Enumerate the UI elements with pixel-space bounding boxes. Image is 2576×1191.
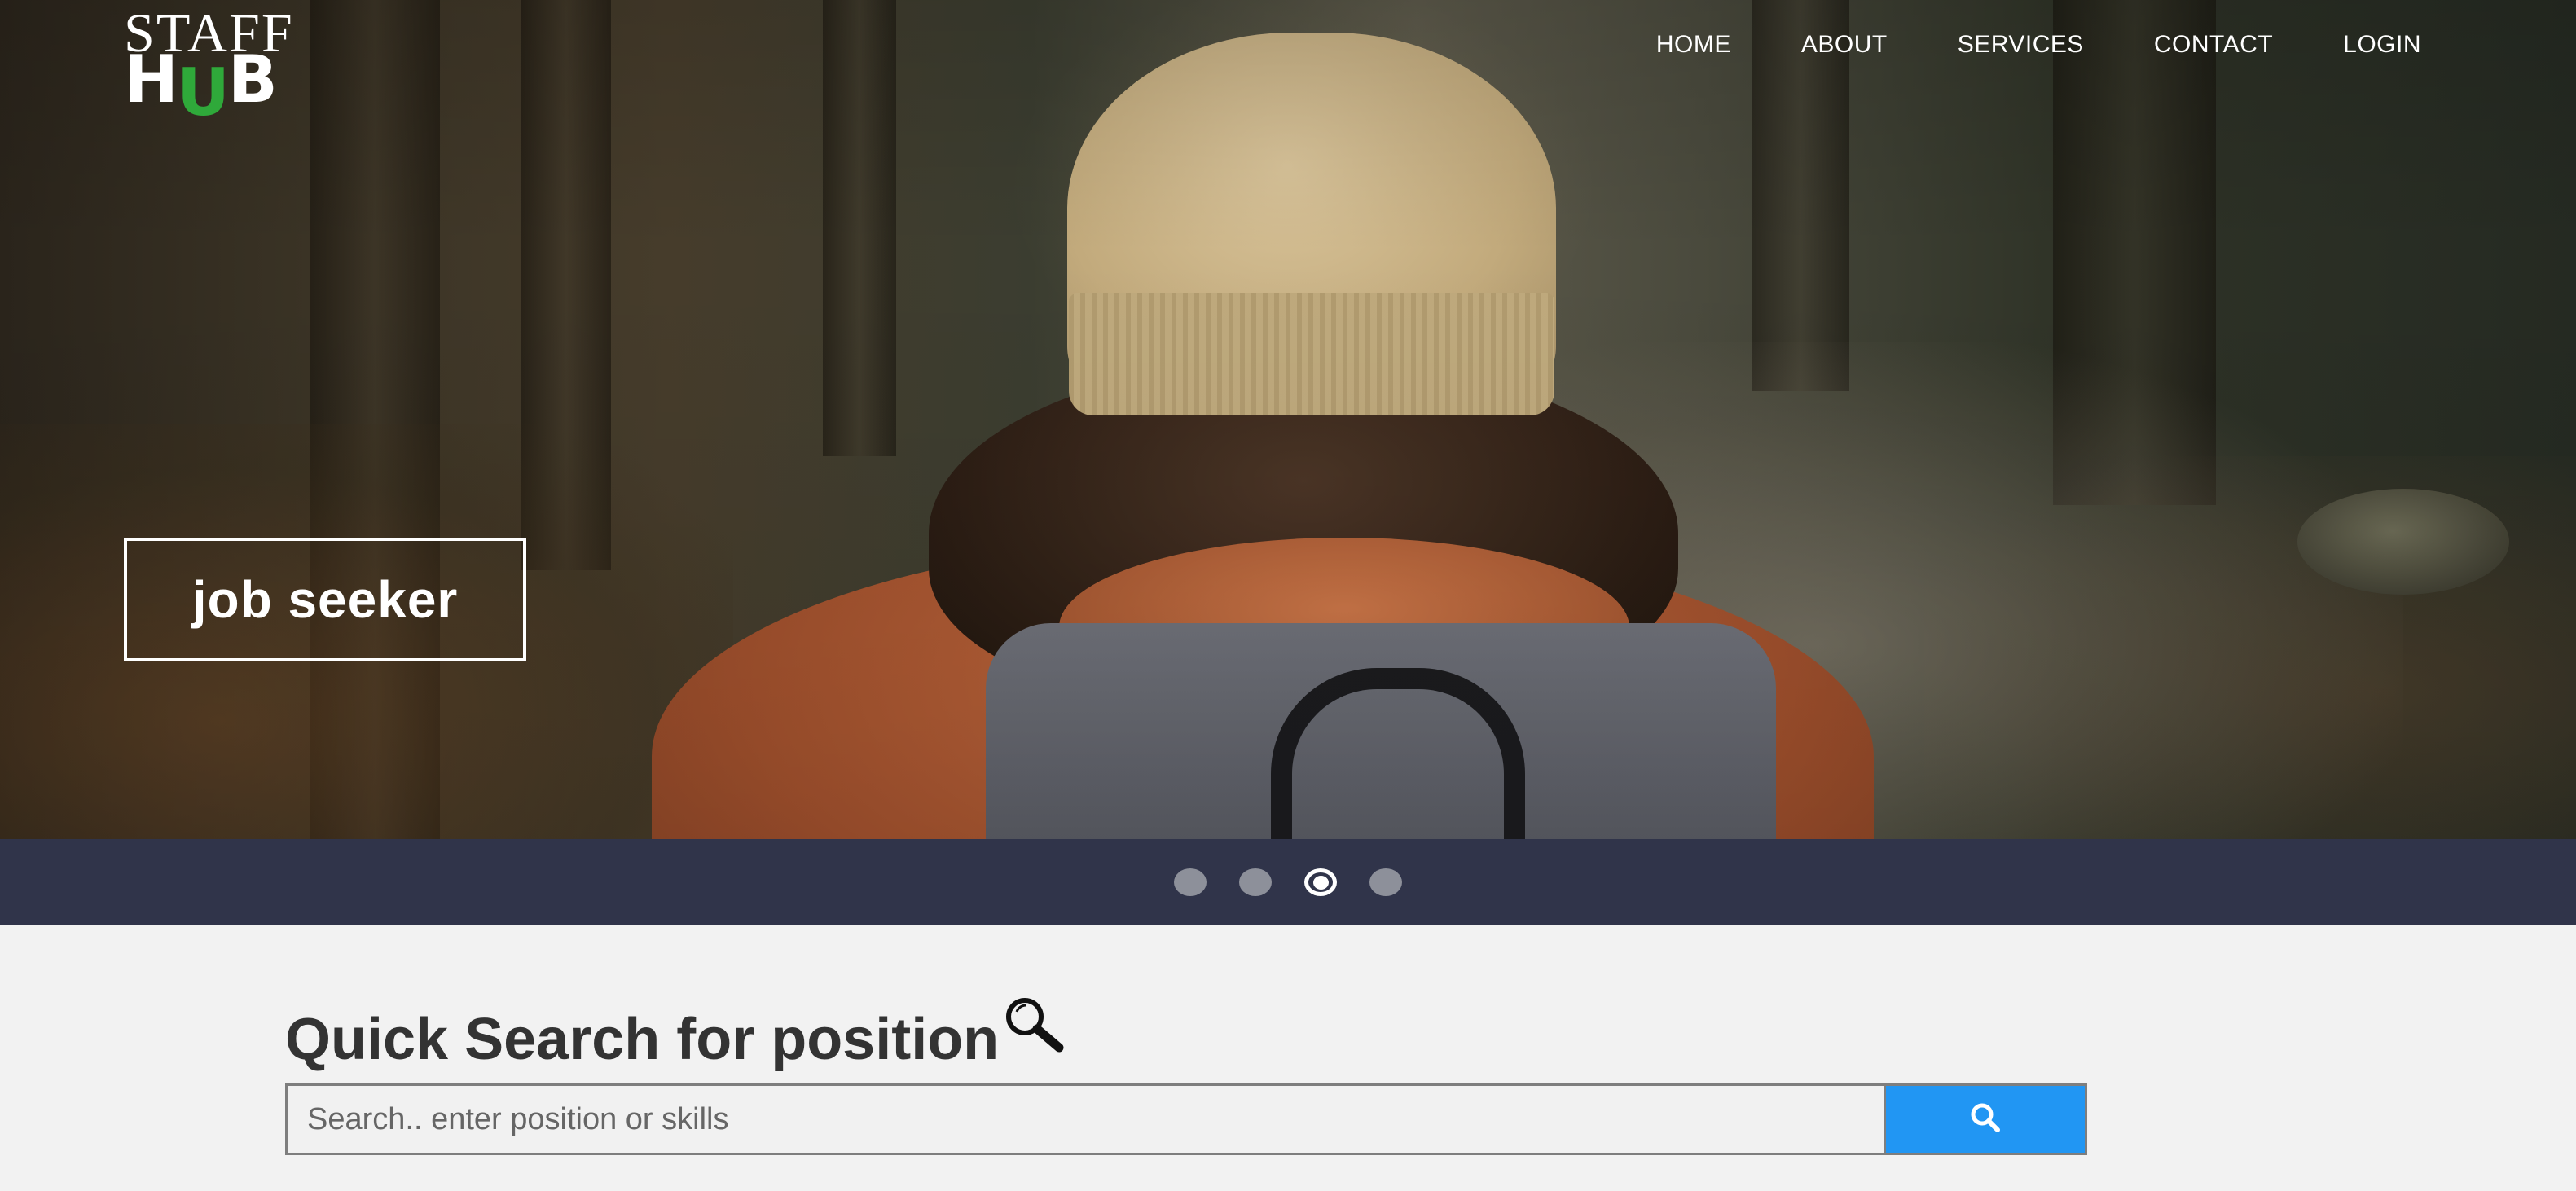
carousel-dot-3-active[interactable] [1304, 868, 1337, 896]
search-section-title: Quick Search for position [285, 998, 1067, 1075]
hero-banner [0, 0, 2576, 839]
nav-login[interactable]: LOGIN [2343, 31, 2421, 59]
search-bar [285, 1083, 2087, 1155]
staffhub-logo[interactable]: STAFF HUB [122, 5, 342, 130]
carousel-dot-4[interactable] [1369, 868, 1402, 896]
magnifier-icon [1002, 995, 1067, 1066]
carousel-dot-1[interactable] [1174, 868, 1207, 896]
search-input[interactable] [285, 1083, 1884, 1155]
hero-caption: job seeker [124, 538, 526, 661]
carousel-indicators [0, 839, 2576, 925]
nav-services[interactable]: SERVICES [1958, 31, 2084, 59]
nav-contact[interactable]: CONTACT [2154, 31, 2273, 59]
search-button[interactable] [1884, 1083, 2087, 1155]
nav-home[interactable]: HOME [1656, 31, 1731, 59]
carousel-dot-2[interactable] [1239, 868, 1272, 896]
logo-bottom-text: HUB [124, 42, 278, 130]
nav-about[interactable]: ABOUT [1801, 31, 1888, 59]
search-icon [1969, 1101, 2002, 1138]
search-title-text: Quick Search for position [285, 1006, 1000, 1072]
main-nav: HOME ABOUT SERVICES CONTACT LOGIN [1586, 31, 2421, 59]
